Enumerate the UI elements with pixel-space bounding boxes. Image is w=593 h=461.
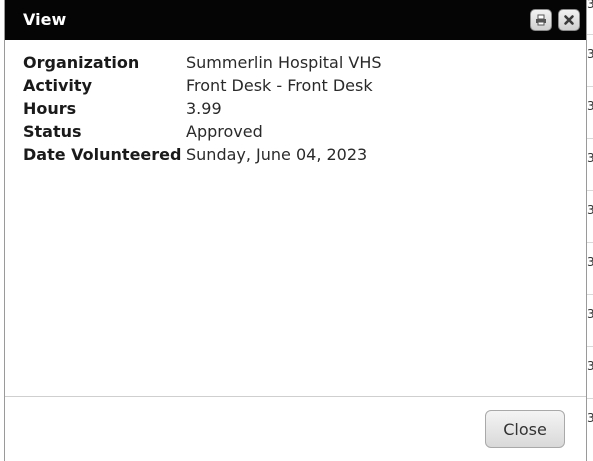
detail-label: Organization xyxy=(23,52,140,72)
background-row-text: 3 xyxy=(587,47,593,61)
background-row-divider xyxy=(587,398,593,399)
background-row-text: 3 xyxy=(587,203,593,217)
background-list: 3 3 3 3 3 3 3 3 3 xyxy=(587,0,593,461)
close-button[interactable]: Close xyxy=(485,410,565,448)
view-dialog: View Organization Summerlin Hospital VHS xyxy=(4,0,587,461)
detail-row-hours: Hours 3.99 xyxy=(23,97,578,120)
detail-label: Activity xyxy=(23,75,92,95)
detail-value: Summerlin Hospital VHS xyxy=(186,52,382,72)
details-list: Organization Summerlin Hospital VHS Acti… xyxy=(23,51,578,167)
detail-value: 3.99 xyxy=(186,98,222,118)
background-row-text: 3 xyxy=(587,359,593,373)
footer-divider xyxy=(5,396,586,397)
detail-label: Date Volunteered xyxy=(23,145,182,165)
background-row-text: 3 xyxy=(587,151,593,165)
background-row-text: 3 xyxy=(587,0,593,11)
background-row-divider xyxy=(587,86,593,87)
detail-label: Status xyxy=(23,122,82,142)
page: 3 3 3 3 3 3 3 3 3 View Organization Summ… xyxy=(0,0,593,461)
background-row-divider xyxy=(587,346,593,347)
detail-row-date-volunteered: Date Volunteered Sunday, June 04, 2023 xyxy=(23,144,578,167)
background-row-divider xyxy=(587,138,593,139)
background-row-text: 3 xyxy=(587,255,593,269)
detail-row-status: Status Approved xyxy=(23,121,578,144)
detail-value: Sunday, June 04, 2023 xyxy=(186,145,368,165)
background-row-text: 3 xyxy=(587,99,593,113)
print-button[interactable] xyxy=(530,9,552,31)
print-icon xyxy=(536,14,546,26)
dialog-title: View xyxy=(23,10,67,29)
background-row-divider xyxy=(587,190,593,191)
detail-row-activity: Activity Front Desk - Front Desk xyxy=(23,74,578,97)
background-row-text: 3 xyxy=(587,307,593,321)
background-row-divider xyxy=(587,242,593,243)
detail-row-organization: Organization Summerlin Hospital VHS xyxy=(23,51,578,74)
dialog-titlebar[interactable]: View xyxy=(5,0,586,40)
detail-label: Hours xyxy=(23,98,77,118)
background-row-text: 3 xyxy=(587,411,593,425)
close-icon xyxy=(564,15,574,25)
background-row-divider xyxy=(587,294,593,295)
titlebar-close-button[interactable] xyxy=(558,9,580,31)
detail-value: Approved xyxy=(186,122,263,142)
background-row-divider xyxy=(587,34,593,35)
detail-value: Front Desk - Front Desk xyxy=(186,75,373,95)
